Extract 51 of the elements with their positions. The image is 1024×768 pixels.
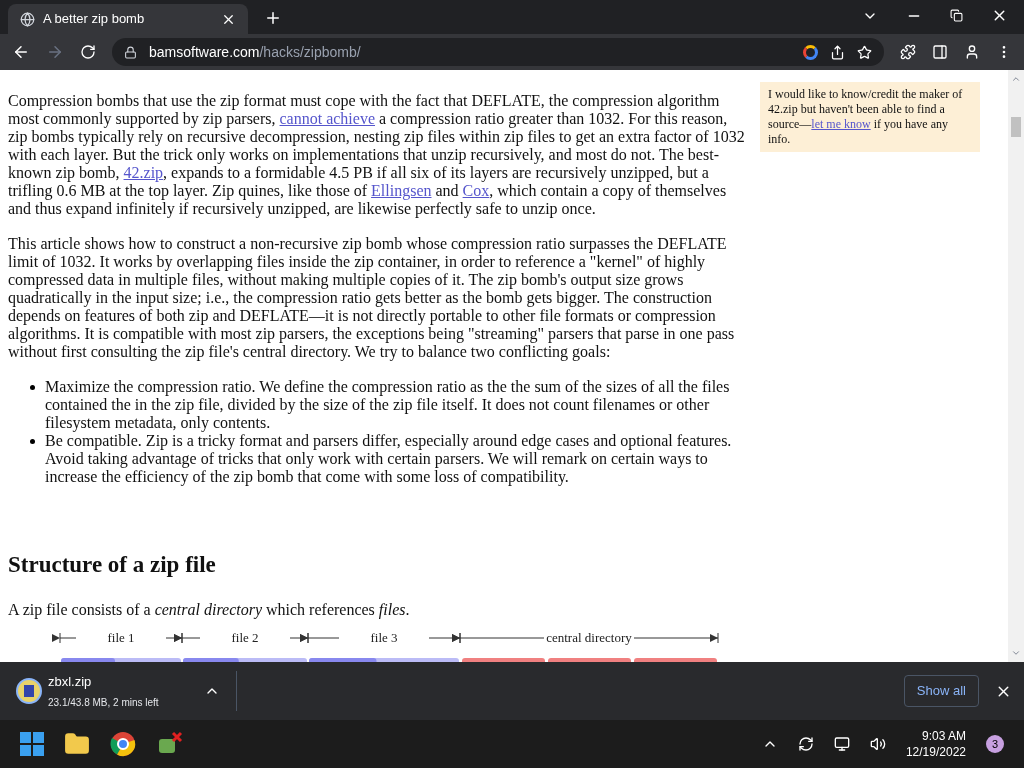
globe-icon	[20, 11, 35, 27]
windows-logo-icon[interactable]	[20, 732, 44, 756]
scroll-up-icon	[1011, 74, 1021, 84]
show-all-button[interactable]: Show all	[903, 675, 979, 707]
forward-icon[interactable]	[46, 43, 64, 61]
bullet-icon	[30, 439, 35, 444]
sidenote-text: I would like to know/credit the maker of 42.zip but haven't been able to find a source—let me know if you have any info.	[768, 87, 964, 147]
lock-icon	[124, 45, 137, 59]
side-panel-icon[interactable]	[932, 44, 948, 60]
article-paragraph: This article shows how to construct a non-recursive zip bomb whose compression ratio surpasses the DEFLATE limit of 1032. It works by overlapping files inside the zip container, in order to reference a "kernel" of highly compressed data in multiple files, without making multiple copies of it. The zip bomb's output size grows quadratically in the input size; i.e., the compression ratio gets better as the bomb gets bigger. The construction depends on features of both zip and DEFLATE—it is not directly portable to other file formats or compression algorithms. It is compatible with most zip parsers, the exceptions being "streaming" parsers that parse in one pass without first consulting the zip file's central directory. We try to balance two conflicting goals:	[8, 235, 736, 361]
segment-label: file 2	[231, 630, 259, 645]
download-filename[interactable]: zbxl.zip	[48, 672, 198, 692]
text-link[interactable]: let me know	[811, 117, 871, 131]
browser-tab[interactable]: A better zip bomb	[8, 4, 248, 34]
extensions-icon[interactable]	[900, 44, 916, 60]
google-icon[interactable]	[803, 44, 818, 60]
sync-icon[interactable]	[797, 736, 814, 752]
scrollbar-thumb[interactable]	[1011, 117, 1021, 137]
clock-time[interactable]: 9:03 AM	[921, 728, 966, 744]
download-status: 23.1/43.8 MB, 2 mins left	[48, 695, 160, 710]
folder-icon[interactable]	[64, 731, 90, 757]
network-icon[interactable]	[833, 736, 850, 752]
scrollbar[interactable]	[1008, 70, 1024, 662]
tab-title: A better zip bomb	[43, 10, 146, 29]
bookmark-star-icon[interactable]	[857, 44, 872, 60]
browser-icon[interactable]	[110, 731, 136, 757]
list-item-text: Maximize the compression ratio. We define the compression ratio as the the sum of the sizes of all the files contained the in the zip file, divided by the size of the zip file itself. It does not count filenames or other filesystem metadata, only contents.	[45, 378, 731, 432]
text-link[interactable]: cannot achieve	[279, 110, 375, 127]
article-paragraph: A zip file consists of a central directory which references files.	[8, 601, 411, 619]
article-paragraph: Compression bombs that use the zip format must cope with the fact that DEFLATE, the compression algorithm most commonly supported by zip parsers, cannot achieve a compression ratio greater than 1032. For this reason, zip bombs typically rely on recursive decompression, nesting zip files within zip files to get an extra factor of 1032 with each layer. But the trick only works on implementations that unzip recursively, and most do not. The best-known zip bomb, 42.zip, expands to a formidable 4.5 PB if all six of its layers are recursively unzipped, but a trifling 0.6 MB at the top layer. Zip quines, like those of Ellingsen and Cox, which contain a copy of themselves and thus expand infinitely if recursively unzipped, are likewise perfectly safe to unzip once.	[8, 92, 746, 218]
back-icon[interactable]	[12, 43, 30, 61]
url-text: bamsoftware.com/hacks/zipbomb/	[149, 42, 362, 62]
text-link[interactable]: Cox	[462, 182, 490, 199]
reload-icon[interactable]	[80, 44, 96, 60]
address-bar[interactable]: bamsoftware.com/hacks/zipbomb/	[112, 38, 884, 66]
volume-icon[interactable]	[869, 736, 886, 752]
segment-label: file 3	[370, 630, 398, 645]
bullet-icon	[30, 385, 35, 390]
scroll-down-icon	[1011, 648, 1021, 658]
section-heading: Structure of a zip file	[8, 551, 217, 579]
segment-label: file 1	[107, 630, 135, 645]
clock-date[interactable]: 12/19/2022	[905, 744, 966, 760]
text-link[interactable]: Ellingsen	[371, 182, 432, 199]
zip-file-icon	[16, 678, 42, 704]
segment-label: central directory	[546, 630, 632, 645]
list-item-text: Be compatible. Zip is a tricky format and parsers differ, especially around edge cases and optional features. Avoid taking advantage of tricks that only work with certain parsers. We will remark on certain ways to increase the efficiency of the zip bomb that come with some loss of compatibility.	[45, 432, 733, 486]
new-tab-icon[interactable]	[264, 9, 282, 27]
share-icon[interactable]	[830, 44, 845, 60]
restore-icon[interactable]	[950, 9, 963, 22]
notification-badge[interactable]: 3	[986, 735, 1004, 753]
profile-icon[interactable]	[964, 44, 980, 60]
